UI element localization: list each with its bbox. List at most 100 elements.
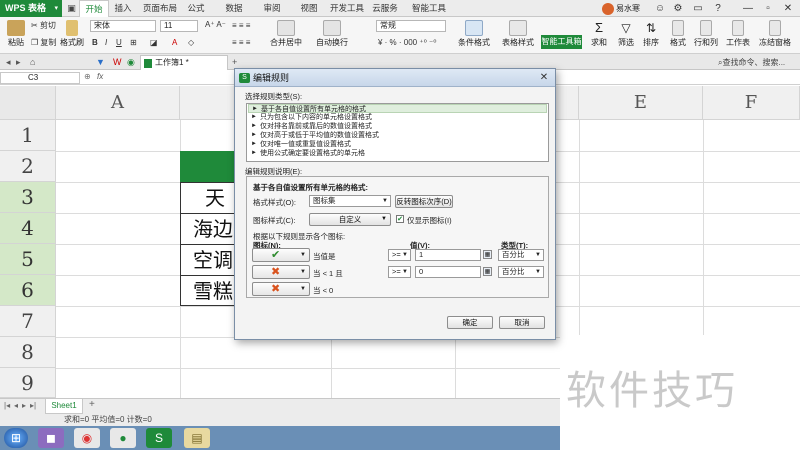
file-explorer-icon[interactable]: ▤ <box>184 428 210 448</box>
ok-button[interactable]: 确定 <box>447 316 493 329</box>
tab-formula[interactable]: 公式 <box>185 0 207 17</box>
icon-style-select[interactable]: 自定义 ▼ <box>309 213 391 226</box>
sheet-tab-sheet1[interactable]: Sheet1 <box>45 399 83 414</box>
cut-button[interactable]: ✂ 剪切 <box>31 20 56 31</box>
worksheet-button[interactable]: 工作表 <box>724 20 752 48</box>
user-account[interactable]: 易水寒 <box>602 1 652 16</box>
chrome-icon[interactable]: ◉ <box>74 428 100 448</box>
tab-developer[interactable]: 开发工具 <box>328 0 366 17</box>
filter-button[interactable]: ▽ 筛选 <box>615 20 637 48</box>
conditional-format-button[interactable]: 条件格式 <box>454 20 494 48</box>
range-picker-icon[interactable]: ▦ <box>483 267 492 276</box>
sum-button[interactable]: Σ 求和 <box>589 20 609 48</box>
wechat-taskbar-icon[interactable]: ● <box>110 428 136 448</box>
merge-center-button[interactable]: 合并居中 <box>268 20 304 48</box>
sort-button[interactable]: ⇅ 排序 <box>640 20 662 48</box>
add-sheet-button[interactable]: + <box>89 399 95 410</box>
underline-icon[interactable]: U <box>116 38 122 47</box>
rule-type-item[interactable]: ► 仅对高于或低于平均值的数值设置格式 <box>248 131 547 140</box>
type-select-1[interactable]: 百分比 ▼ <box>498 249 544 261</box>
row-header-9[interactable]: 9 <box>0 368 56 398</box>
prev-sheet-icon[interactable]: ◂ <box>14 401 18 410</box>
tab-cloud[interactable]: 云服务 <box>370 0 400 17</box>
skin-icon[interactable]: ☺ <box>652 1 668 16</box>
number-format-select[interactable]: 常规 <box>376 20 446 32</box>
align-left-icon[interactable]: ≡ ≡ ≡ <box>232 38 250 47</box>
start-button[interactable]: ⊞ <box>4 428 28 448</box>
operator-select-2[interactable]: >= ▼ <box>388 266 411 278</box>
table-style-button[interactable]: 表格样式 <box>498 20 538 48</box>
range-picker-icon[interactable]: ▦ <box>483 250 492 259</box>
help-icon[interactable]: ? <box>710 1 726 16</box>
wps-logo-icon[interactable]: W <box>113 56 122 68</box>
font-name-select[interactable]: 宋体 <box>90 20 156 32</box>
font-color-icon[interactable]: A <box>172 38 177 47</box>
operator-select-1[interactable]: >= ▼ <box>388 249 411 261</box>
freeze-panes-button[interactable]: 冻结窗格 <box>757 20 793 48</box>
row-header-6[interactable]: 6 <box>0 275 56 306</box>
tab-workbook1[interactable]: 工作簿1 * <box>140 55 228 70</box>
maximize-icon[interactable]: ▫ <box>760 1 776 16</box>
icon-select-2[interactable]: ✖ ▼ <box>252 265 310 279</box>
font-grow-icon[interactable]: A⁺ A⁻ <box>205 20 226 29</box>
last-sheet-icon[interactable]: ▸| <box>30 401 36 410</box>
fx-icon[interactable]: fx <box>97 72 103 81</box>
show-icon-only-checkbox[interactable]: ✔ <box>396 215 404 223</box>
wps-app-menu-button[interactable]: WPS 表格 ▾ <box>0 0 62 17</box>
auto-wrap-button[interactable]: 自动换行 <box>314 20 350 48</box>
row-header-2[interactable]: 2 <box>0 151 56 182</box>
tab-page-layout[interactable]: 页面布局 <box>140 0 180 17</box>
reverse-icon-order-button[interactable]: 反转图标次序(D) <box>395 195 453 208</box>
column-header-a[interactable]: A <box>56 86 180 120</box>
value-input-2[interactable]: 0 <box>415 266 481 278</box>
value-input-1[interactable]: 1 <box>415 249 481 261</box>
rule-type-item[interactable]: ► 仅对唯一值或重复值设置格式 <box>248 140 547 149</box>
name-box[interactable]: C3 <box>0 72 80 84</box>
rule-type-item[interactable]: ► 使用公式确定要设置格式的单元格 <box>248 149 547 158</box>
close-icon[interactable]: ✕ <box>780 1 796 16</box>
row-header-8[interactable]: 8 <box>0 337 56 368</box>
zoom-icon[interactable]: ⊕ <box>84 72 91 81</box>
align-top-icon[interactable]: ≡ ≡ ≡ <box>232 21 250 30</box>
rule-type-list[interactable]: ► 基于各自值设置所有单元格的格式 ► 只为包含以下内容的单元格设置格式 ► 仅对排名… <box>246 103 549 162</box>
wps-spreadsheet-taskbar-icon[interactable]: S <box>146 428 172 448</box>
icon-select-3[interactable]: ✖ ▼ <box>252 282 310 296</box>
next-sheet-icon[interactable]: ▸ <box>22 401 26 410</box>
save-icon[interactable]: ▣ <box>66 3 77 14</box>
tray-icon[interactable]: ▭ <box>690 1 706 16</box>
wechat-icon[interactable]: ◉ <box>127 56 135 68</box>
row-header-3[interactable]: 3 <box>0 182 56 213</box>
settings-icon[interactable]: ⚙ <box>670 1 686 16</box>
rows-cols-button[interactable]: 行和列 <box>692 20 720 48</box>
clear-format-icon[interactable]: ◇ <box>188 38 194 47</box>
border-icon[interactable]: ⊞ <box>130 38 137 47</box>
tab-home[interactable]: 开始 <box>79 0 109 17</box>
tab-insert[interactable]: 插入 <box>111 0 135 17</box>
type-select-2[interactable]: 百分比 ▼ <box>498 266 544 278</box>
dialog-title-bar[interactable]: S 编辑规则 ✕ <box>235 69 555 87</box>
row-header-1[interactable]: 1 <box>0 120 56 151</box>
nav-forward-icon[interactable]: ▸ <box>16 56 21 68</box>
format-painter-button[interactable]: 格式刷 <box>60 20 84 48</box>
new-tab-button[interactable]: + <box>232 56 237 68</box>
command-search[interactable]: ⌕查找命令、搜索... <box>718 57 785 68</box>
row-header-7[interactable]: 7 <box>0 306 56 337</box>
column-header-f[interactable]: F <box>703 86 800 120</box>
minimize-icon[interactable]: — <box>740 1 756 16</box>
home-icon[interactable]: ⌂ <box>30 56 35 68</box>
smart-toolbox-button[interactable]: 智能工具箱 <box>541 35 582 49</box>
fill-color-icon[interactable]: ◪ <box>150 38 158 47</box>
paste-button[interactable]: 粘贴 <box>6 20 26 48</box>
docer-icon[interactable]: ▼ <box>96 56 105 68</box>
row-header-4[interactable]: 4 <box>0 213 56 244</box>
format-button[interactable]: 格式 <box>667 20 689 48</box>
tab-smart-toolbox[interactable]: 智能工具箱 <box>408 0 450 30</box>
italic-icon[interactable]: I <box>105 38 107 47</box>
font-size-select[interactable]: 11 <box>160 20 198 32</box>
tab-review[interactable]: 审阅 <box>261 0 283 17</box>
select-all-corner[interactable] <box>0 86 56 120</box>
column-header-e[interactable]: E <box>579 86 703 120</box>
currency-icon[interactable]: ¥ · % · 000 ⁺⁰ ⁻⁰ <box>378 38 436 47</box>
taskbar-app-icon[interactable]: ◼ <box>38 428 64 448</box>
first-sheet-icon[interactable]: |◂ <box>4 401 10 410</box>
